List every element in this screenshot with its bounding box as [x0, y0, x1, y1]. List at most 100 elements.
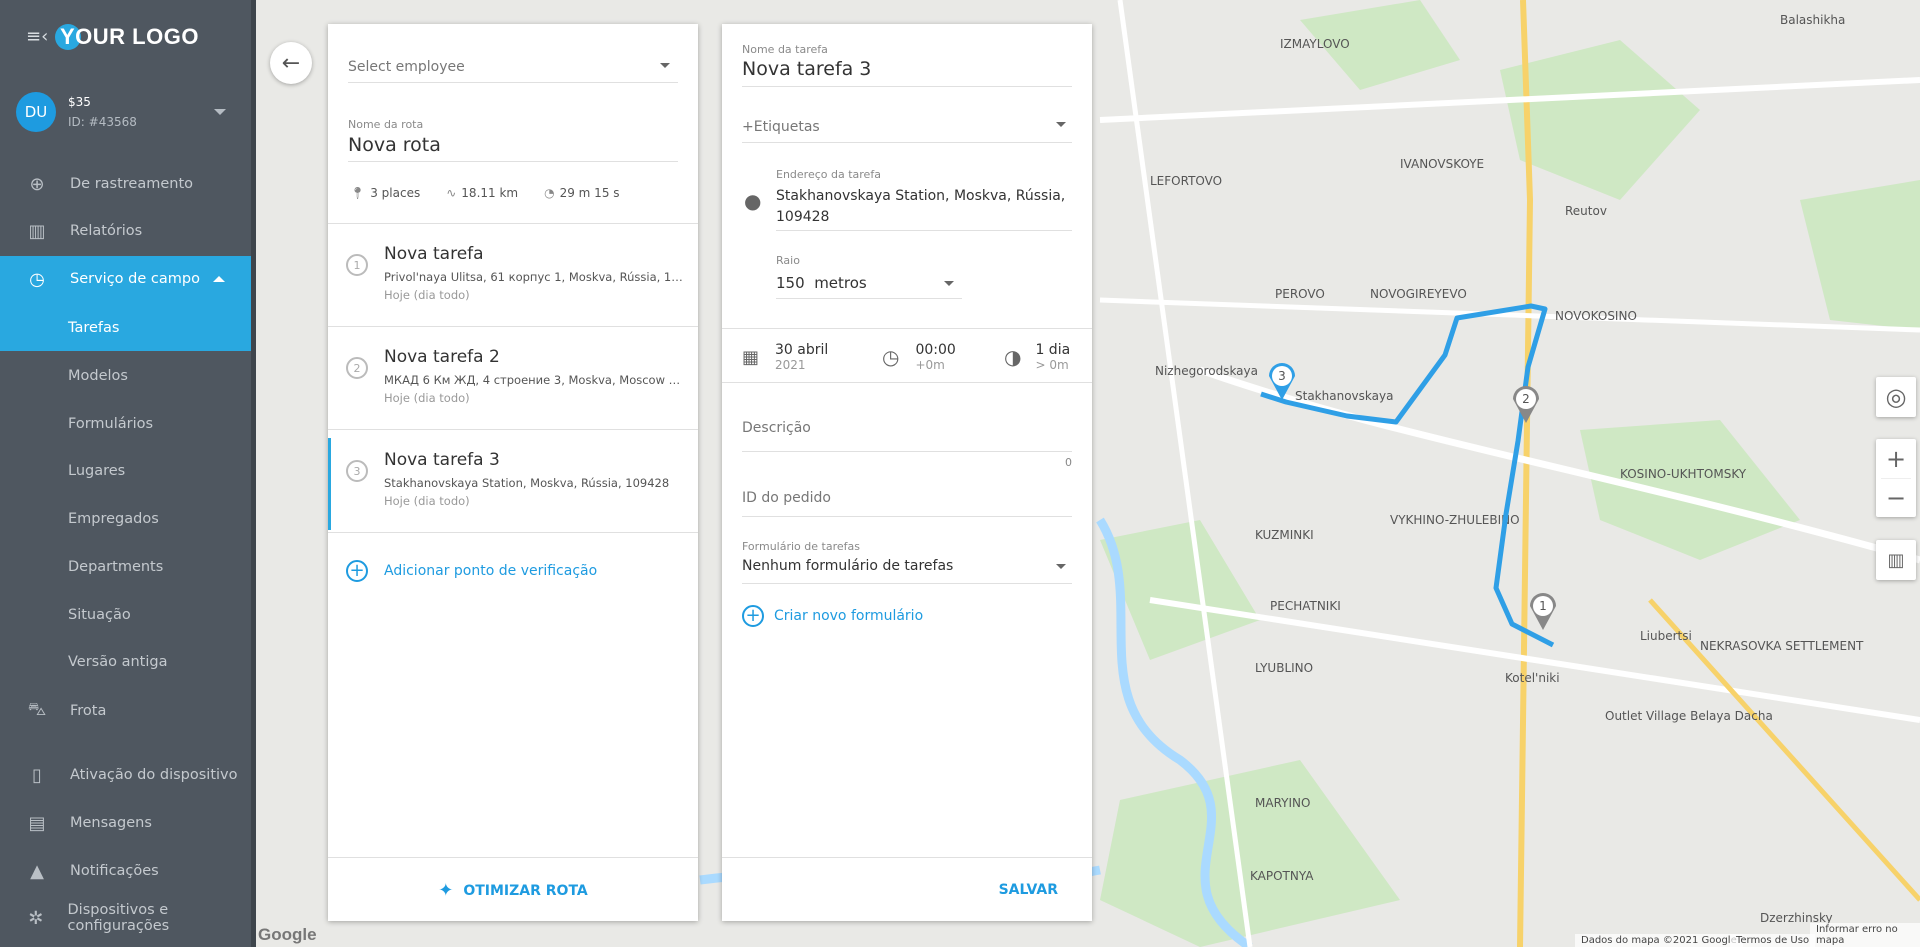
map-label: Balashikha	[1780, 13, 1845, 27]
sidebar-item-empregados[interactable]: Empregados	[0, 496, 251, 542]
dropdown-arrow-icon	[660, 63, 670, 68]
task-address: Privol'naya Ulitsa, 61 корпус 1, Moskva,…	[384, 270, 684, 284]
task-list-item[interactable]: 1 Nova tarefa Privol'naya Ulitsa, 61 кор…	[328, 224, 698, 327]
sidebar-item-ativacao-do-dispositivo[interactable]: ▯ Ativação do dispositivo	[0, 752, 251, 798]
chevron-down-icon	[214, 109, 226, 115]
task-list-item[interactable]: 3 Nova tarefa 3 Stakhanovskaya Station, …	[328, 430, 698, 533]
sidebar-item-relatorios[interactable]: ▥ Relatórios	[0, 208, 251, 254]
sidebar-item-label: Relatórios	[70, 223, 143, 239]
duration-icon: ◑	[1004, 345, 1022, 369]
map-icon: ▥	[1887, 549, 1905, 571]
map-data-attribution: Dados do mapa ©2021 Google	[1575, 934, 1743, 947]
menu-collapse-icon[interactable]: ≡‹	[26, 28, 48, 46]
form-select[interactable]: Nenhum formulário de tarefas	[742, 558, 1072, 582]
task-list-item[interactable]: 2 Nova tarefa 2 МКАД 6 Км ЖД, 4 строение…	[328, 327, 698, 430]
sidebar-item-label: Versão antiga	[68, 654, 168, 670]
map-label: PECHATNIKI	[1270, 599, 1341, 613]
bar-chart-icon: ▥	[28, 220, 46, 242]
order-id-input[interactable]: ID do pedido	[742, 490, 1072, 506]
sidebar: ≡‹ YOUR LOGO DU $35 ID: #43568 ⊕ De rastr…	[0, 0, 251, 947]
sidebar-item-dispositivos-e-configuracoes[interactable]: ✲ Dispositivos e configurações	[0, 895, 251, 941]
form-label: Formulário de tarefas	[742, 540, 860, 553]
sidebar-item-mensagens[interactable]: ▤ Mensagens	[0, 800, 251, 846]
map-label: IZMAYLOVO	[1280, 37, 1350, 51]
my-location-button[interactable]: ◎	[1876, 377, 1916, 417]
dropdown-arrow-icon	[1056, 122, 1066, 127]
radius-select[interactable]: 150 metros	[776, 274, 962, 298]
sidebar-item-frota[interactable]: ⛍ Frota	[0, 688, 251, 734]
sidebar-item-situacao[interactable]: Situação	[0, 592, 251, 638]
task-name-input[interactable]: Nova tarefa 3	[742, 58, 871, 80]
add-checkpoint-button[interactable]: + Adicionar ponto de verificação	[346, 560, 597, 582]
create-form-button[interactable]: + Criar novo formulário	[742, 605, 923, 627]
message-icon: ▤	[28, 812, 46, 834]
task-title: Nova tarefa	[384, 244, 484, 264]
map-type-button[interactable]: ▥	[1876, 540, 1916, 580]
dropdown-arrow-icon	[1056, 564, 1066, 569]
map-label: KUZMINKI	[1255, 528, 1314, 542]
sidebar-item-modelos[interactable]: Modelos	[0, 353, 251, 399]
map-label: Reutov	[1565, 204, 1607, 218]
sidebar-item-label: Situação	[68, 607, 131, 623]
task-title: Nova tarefa 2	[384, 347, 500, 367]
sidebar-item-notificacoes[interactable]: ▲ Notificações	[0, 848, 251, 894]
sidebar-item-lugares[interactable]: Lugares	[0, 448, 251, 494]
sidebar-item-departments[interactable]: Departments	[0, 544, 251, 590]
location-pin-icon: ●	[744, 189, 762, 213]
chevron-up-icon	[213, 276, 225, 282]
google-logo: Google	[258, 925, 317, 944]
map-label: LEFORTOVO	[1150, 174, 1222, 188]
sidebar-item-servico-de-campo[interactable]: ◷ Serviço de campo	[0, 256, 251, 302]
sidebar-item-label: Empregados	[68, 511, 159, 527]
zoom-out-button[interactable]: −	[1881, 478, 1911, 517]
clock-icon: ◷	[882, 345, 900, 369]
sidebar-item-de-rastreamento[interactable]: ⊕ De rastreamento	[0, 161, 251, 207]
logo-text: YOUR LOGO	[60, 24, 199, 49]
device-activation-icon: ▯	[32, 764, 42, 786]
map-label: Kotel'niki	[1505, 671, 1560, 685]
calendar-icon: ▦	[742, 346, 760, 368]
task-number: 2	[346, 357, 368, 379]
crosshair-icon: ◎	[1885, 383, 1907, 411]
timer-icon: ◔	[544, 186, 555, 200]
task-date: Hoje (dia todo)	[384, 494, 470, 508]
car-icon: ⛍	[27, 699, 47, 720]
map-label: Stakhanovskaya	[1295, 389, 1393, 403]
map-label: Nizhegorodskaya	[1155, 364, 1258, 378]
optimize-route-button[interactable]: ✦ OTIMIZAR ROTA	[328, 880, 698, 901]
user-account[interactable]: DU $35 ID: #43568	[16, 92, 236, 132]
terms-link[interactable]: Termos de Uso	[1730, 934, 1816, 947]
user-id: ID: #43568	[68, 115, 137, 129]
svg-text:2: 2	[1522, 392, 1530, 406]
sidebar-item-label: Lugares	[68, 463, 126, 479]
map-label: Outlet Village Belaya Dacha	[1605, 709, 1773, 723]
sidebar-item-label: Modelos	[68, 368, 128, 384]
sidebar-item-versao-antiga[interactable]: Versão antiga	[0, 639, 251, 685]
sidebar-item-label: De rastreamento	[70, 176, 194, 192]
route-name-input[interactable]: Nova rota	[348, 134, 441, 156]
route-panel: Select employee Nome da rota Nova rota 📍…	[328, 24, 698, 921]
duration-picker[interactable]: ◑ 1 dia > 0m	[1004, 342, 1070, 372]
sidebar-item-formularios[interactable]: Formulários	[0, 401, 251, 447]
avatar: DU	[16, 92, 56, 132]
tags-select[interactable]: +Etiquetas	[742, 116, 1072, 142]
sidebar-item-label: Departments	[68, 559, 164, 575]
sidebar-item-label: Ativação do dispositivo	[70, 767, 238, 783]
employee-select[interactable]: Select employee	[348, 56, 678, 90]
map-label: NEKRASOVKA SETTLEMENT	[1700, 639, 1864, 653]
task-panel: Nome da tarefa Nova tarefa 3 +Etiquetas …	[722, 24, 1092, 921]
employee-placeholder: Select employee	[348, 59, 465, 75]
sidebar-item-tarefas[interactable]: Tarefas	[0, 305, 251, 351]
zoom-in-button[interactable]: +	[1886, 439, 1906, 478]
time-picker[interactable]: ◷ 00:00 +0m	[882, 342, 956, 372]
add-circle-icon: +	[742, 605, 764, 627]
back-button[interactable]: ←	[270, 42, 312, 84]
address-input[interactable]: Stakhanovskaya Station, Moskva, Rússia, …	[776, 186, 1076, 228]
gear-icon: ✲	[28, 907, 44, 929]
map-label: KOSINO-UKHTOMSKY	[1620, 467, 1747, 481]
task-title: Nova tarefa 3	[384, 450, 500, 470]
report-error-link[interactable]: Informar erro no mapa	[1810, 923, 1920, 947]
description-input[interactable]: Descrição	[742, 420, 1072, 436]
date-picker[interactable]: ▦ 30 abril 2021	[742, 342, 828, 372]
save-button[interactable]: SALVAR	[999, 882, 1058, 898]
